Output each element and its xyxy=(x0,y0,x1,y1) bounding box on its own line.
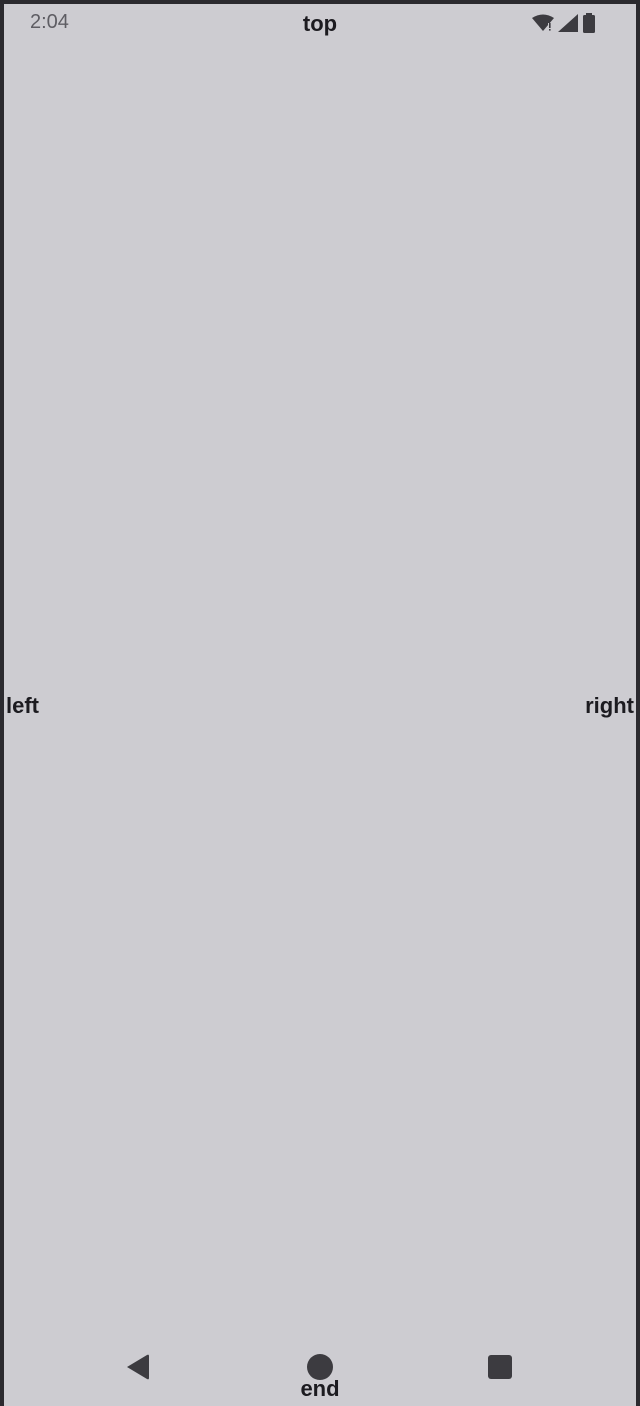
right-label: right xyxy=(585,693,634,718)
end-label: end xyxy=(300,1376,340,1401)
top-label: top xyxy=(302,11,338,36)
left-label: left xyxy=(6,693,39,718)
screen: 2:04 top left right end xyxy=(4,4,636,1406)
